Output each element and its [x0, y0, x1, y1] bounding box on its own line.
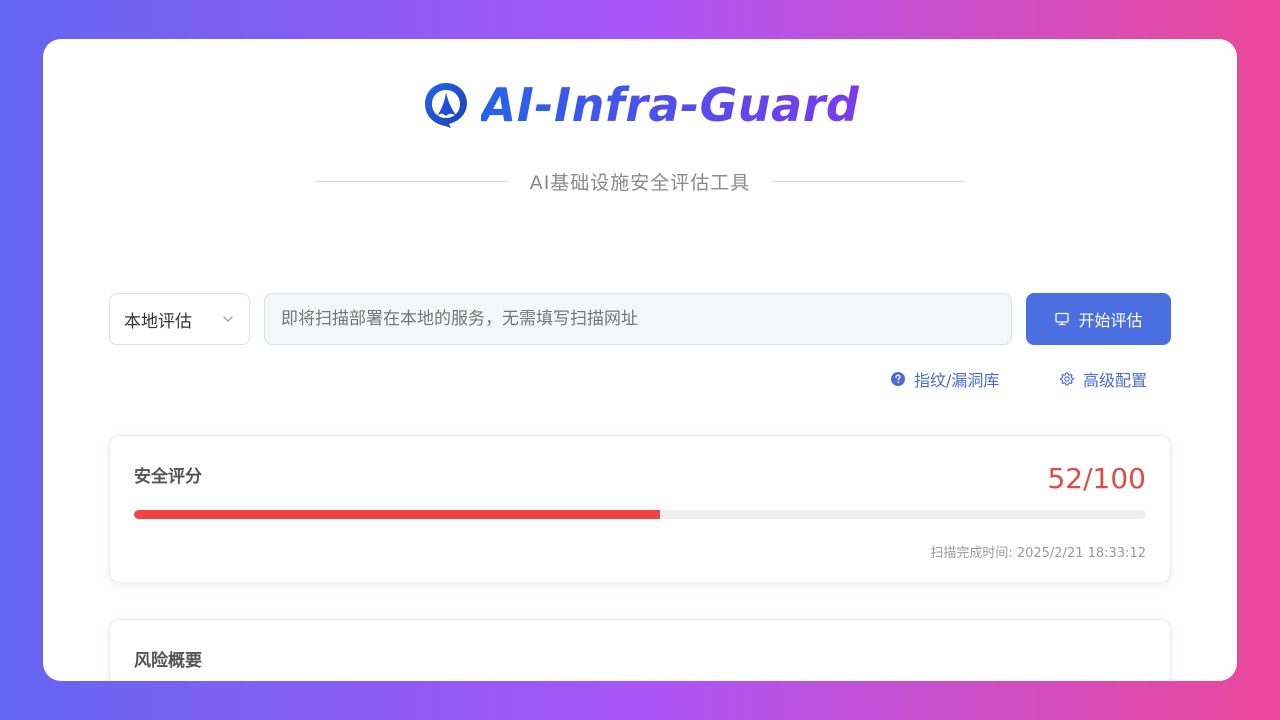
advanced-config-link[interactable]: 高级配置 [1059, 367, 1147, 391]
divider-right [772, 180, 966, 182]
fingerprint-db-label: 指纹/漏洞库 [914, 371, 1000, 390]
risk-summary-title: 风险概要 [134, 651, 202, 671]
monitor-icon [1055, 312, 1070, 326]
brand-title: AI-Infra-Guard [480, 78, 860, 132]
page-subtitle: AI基础设施安全评估工具 [529, 171, 751, 194]
chevron-down-icon [223, 316, 233, 322]
scan-mode-select[interactable]: 本地评估 [109, 293, 250, 345]
start-assessment-button[interactable]: 开始评估 [1026, 293, 1171, 345]
divider-left [315, 180, 508, 182]
security-score-panel: 安全评分 52/100 扫描完成时间: 2025/2/21 18:33:12 [109, 435, 1171, 583]
brand-header: AI-Infra-Guard [43, 75, 1237, 135]
score-progress-fill [134, 510, 661, 519]
question-circle-icon [891, 372, 905, 386]
scan-mode-value: 本地评估 [124, 311, 192, 332]
subtitle-row: AI基础设施安全评估工具 [315, 167, 966, 195]
score-progress-bar [134, 510, 1146, 519]
target-url-input[interactable] [264, 293, 1012, 345]
shield-q-logo-icon [424, 83, 467, 128]
advanced-config-label: 高级配置 [1083, 371, 1148, 390]
scan-complete-time: 扫描完成时间: 2025/2/21 18:33:12 [930, 546, 1146, 561]
fingerprint-db-link[interactable]: 指纹/漏洞库 [890, 367, 999, 391]
gear-icon [1060, 372, 1074, 386]
risk-summary-panel: 风险概要 [109, 619, 1171, 681]
start-assessment-label: 开始评估 [1078, 313, 1143, 330]
main-card: AI-Infra-Guard AI基础设施安全评估工具 本地评估 开始评估 指纹… [43, 39, 1237, 681]
security-score-value: 52/100 [1047, 462, 1146, 495]
security-score-title: 安全评分 [134, 467, 202, 487]
